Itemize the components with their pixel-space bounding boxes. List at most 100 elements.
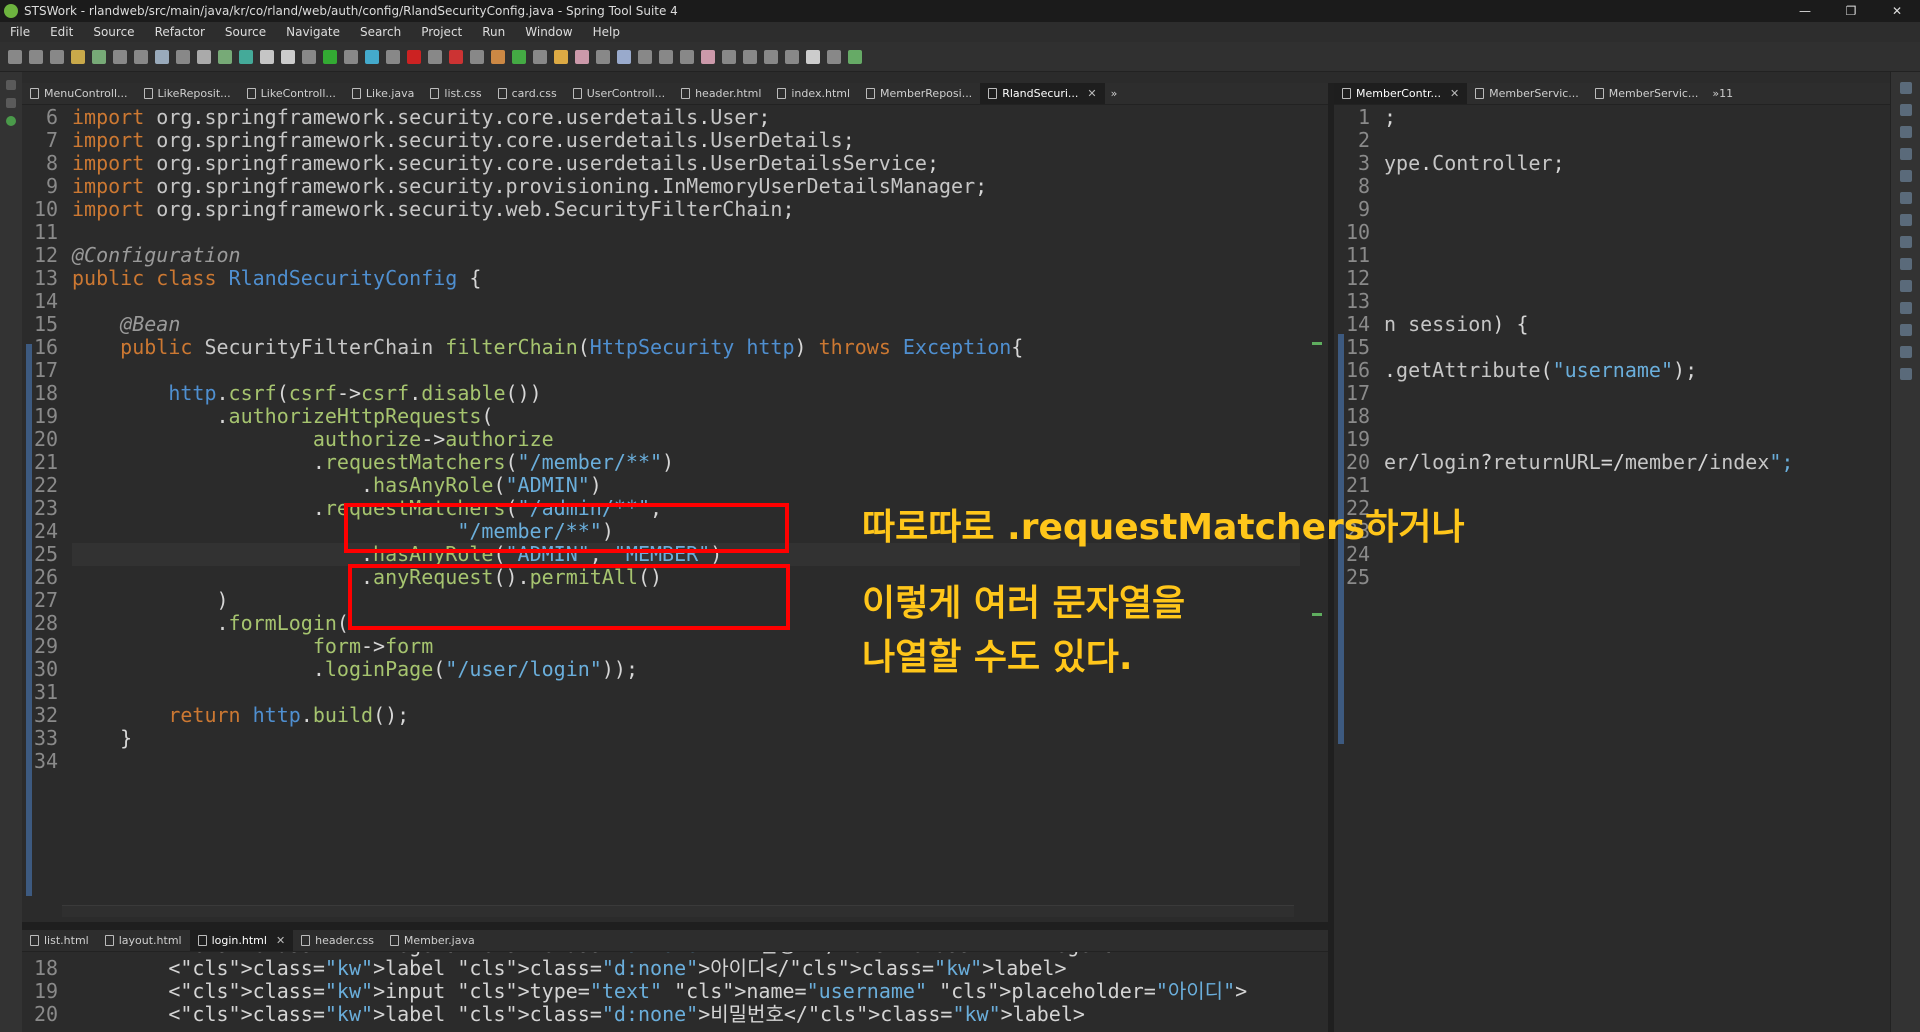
- toolbar-button-icon[interactable]: [323, 49, 337, 64]
- code-line[interactable]: 20 <"cls">class="kw">label "cls">class="…: [32, 1003, 1328, 1026]
- code-line[interactable]: 17: [1344, 382, 1890, 405]
- toolbar-button-icon[interactable]: [239, 49, 253, 64]
- code-line[interactable]: 9: [1344, 198, 1890, 221]
- code-line[interactable]: 16 public SecurityFilterChain filterChai…: [32, 336, 1328, 359]
- code-line[interactable]: 12 @Configuration: [32, 244, 1328, 267]
- toolbar-button-icon[interactable]: [638, 49, 652, 64]
- toolbar-button-icon[interactable]: [260, 49, 274, 64]
- menu-item-window[interactable]: Window: [515, 25, 582, 39]
- editor-tab[interactable]: UserControll...: [565, 83, 673, 104]
- editor-tab[interactable]: list.html: [22, 930, 97, 951]
- toolbar-button-icon[interactable]: [554, 49, 568, 64]
- toolbar-button-icon[interactable]: [92, 49, 106, 64]
- editor-tab[interactable]: header.css: [293, 930, 382, 951]
- view-shortcut-icon[interactable]: [1899, 280, 1912, 292]
- menu-item-edit[interactable]: Edit: [40, 25, 83, 39]
- code-line[interactable]: 14: [32, 290, 1328, 313]
- view-shortcut-icon[interactable]: [1899, 170, 1912, 182]
- toolbar-button-icon[interactable]: [113, 49, 127, 64]
- view-shortcut-icon[interactable]: [1899, 258, 1912, 270]
- editor-tab[interactable]: Member.java: [382, 930, 483, 951]
- more-tabs-button[interactable]: »11: [1706, 83, 1739, 104]
- close-button[interactable]: ✕: [1874, 0, 1920, 22]
- editor-tab[interactable]: MemberServic...: [1587, 83, 1707, 104]
- menu-item-file[interactable]: File: [0, 25, 40, 39]
- overview-mark[interactable]: [1312, 613, 1322, 616]
- code-line[interactable]: 1;: [1344, 106, 1890, 129]
- toolbar-button-icon[interactable]: [533, 49, 547, 64]
- view-shortcut-icon[interactable]: [1899, 148, 1912, 160]
- editor-tab[interactable]: header.html: [673, 83, 769, 104]
- menu-item-source[interactable]: Source: [215, 25, 276, 39]
- editor-tab[interactable]: MemberServic...: [1467, 83, 1587, 104]
- code-line[interactable]: 20 authorize->authorize: [32, 428, 1328, 451]
- view-shortcut-icon[interactable]: [1899, 368, 1912, 380]
- toolbar-button-icon[interactable]: [491, 49, 505, 64]
- view-shortcut-icon[interactable]: [1899, 302, 1912, 314]
- toolbar-button-icon[interactable]: [71, 49, 85, 64]
- view-shortcut-icon[interactable]: [1899, 126, 1912, 138]
- code-line[interactable]: 21: [1344, 474, 1890, 497]
- view-shortcut-icon[interactable]: [1899, 214, 1912, 226]
- toolbar-button-icon[interactable]: [281, 49, 295, 64]
- toolbar-button-icon[interactable]: [428, 49, 442, 64]
- code-line[interactable]: 11: [32, 221, 1328, 244]
- editor-tab[interactable]: MemberReposi...: [858, 83, 980, 104]
- view-shortcut-icon[interactable]: [1899, 192, 1912, 204]
- code-line[interactable]: 12: [1344, 267, 1890, 290]
- bottom-code-editor[interactable]: 17 <"cls">class="kw">legend "cls">class=…: [22, 952, 1328, 1032]
- view-shortcut-icon[interactable]: [1899, 82, 1912, 94]
- code-line[interactable]: 13 public class RlandSecurityConfig {: [32, 267, 1328, 290]
- toolbar-button-icon[interactable]: [512, 49, 526, 64]
- toolbar-button-icon[interactable]: [155, 49, 169, 64]
- code-line[interactable]: 31: [32, 681, 1328, 704]
- minimize-button[interactable]: —: [1782, 0, 1828, 22]
- toolbar-button-icon[interactable]: [407, 49, 421, 64]
- toolbar-button-icon[interactable]: [470, 49, 484, 64]
- code-line[interactable]: 33 }: [32, 727, 1328, 750]
- code-line[interactable]: 18: [1344, 405, 1890, 428]
- code-line[interactable]: 19: [1344, 428, 1890, 451]
- toolbar-button-icon[interactable]: [743, 49, 757, 64]
- editor-tab[interactable]: Like.java: [344, 83, 422, 104]
- code-line[interactable]: 13: [1344, 290, 1890, 313]
- minimized-view-icon[interactable]: [6, 80, 16, 90]
- view-shortcut-icon[interactable]: [1899, 104, 1912, 116]
- more-tabs-button[interactable]: »: [1105, 83, 1124, 104]
- editor-tab[interactable]: list.css: [422, 83, 489, 104]
- editor-tab[interactable]: layout.html: [97, 930, 190, 951]
- toolbar-button-icon[interactable]: [29, 49, 43, 64]
- code-line[interactable]: 3 ype.Controller;: [1344, 152, 1890, 175]
- toolbar-button-icon[interactable]: [197, 49, 211, 64]
- menu-item-navigate[interactable]: Navigate: [276, 25, 350, 39]
- code-line[interactable]: 30 .loginPage("/user/login"));: [32, 658, 1328, 681]
- toolbar-button-icon[interactable]: [764, 49, 778, 64]
- toolbar-button-icon[interactable]: [302, 49, 316, 64]
- toolbar-button-icon[interactable]: [218, 49, 232, 64]
- toolbar-button-icon[interactable]: [680, 49, 694, 64]
- maximize-button[interactable]: ❐: [1828, 0, 1874, 22]
- toolbar-button-icon[interactable]: [806, 49, 820, 64]
- code-line[interactable]: 21 .requestMatchers("/member/**"): [32, 451, 1328, 474]
- code-line[interactable]: 22 .hasAnyRole("ADMIN"): [32, 474, 1328, 497]
- toolbar-button-icon[interactable]: [617, 49, 631, 64]
- code-line[interactable]: 15 @Bean: [32, 313, 1328, 336]
- code-line[interactable]: 29 form->form: [32, 635, 1328, 658]
- editor-tab[interactable]: LikeControll...: [239, 83, 344, 104]
- code-line[interactable]: 18 <"cls">class="kw">label "cls">class="…: [32, 957, 1328, 980]
- toolbar-button-icon[interactable]: [365, 49, 379, 64]
- code-line[interactable]: 19 .authorizeHttpRequests(: [32, 405, 1328, 428]
- right-code-editor[interactable]: 1; 2 3 ype.Controller; 8 9 10 11 12 13 14 n session…: [1334, 106, 1890, 1032]
- toolbar-button-icon[interactable]: [785, 49, 799, 64]
- code-line[interactable]: 6 import org.springframework.security.cor…: [32, 106, 1328, 129]
- close-tab-icon[interactable]: ✕: [1450, 87, 1459, 100]
- editor-tab[interactable]: RlandSecuri... ✕: [980, 83, 1105, 104]
- code-line[interactable]: 20 er/login?returnURL=/member/index";: [1344, 451, 1890, 474]
- code-line[interactable]: 10 import org.springframework.security.we…: [32, 198, 1328, 221]
- close-tab-icon[interactable]: ✕: [276, 934, 285, 947]
- view-shortcut-icon[interactable]: [1899, 346, 1912, 358]
- toolbar-button-icon[interactable]: [50, 49, 64, 64]
- toolbar-button-icon[interactable]: [659, 49, 673, 64]
- code-line[interactable]: 16 .getAttribute("username");: [1344, 359, 1890, 382]
- code-line[interactable]: 8 import org.springframework.security.cor…: [32, 152, 1328, 175]
